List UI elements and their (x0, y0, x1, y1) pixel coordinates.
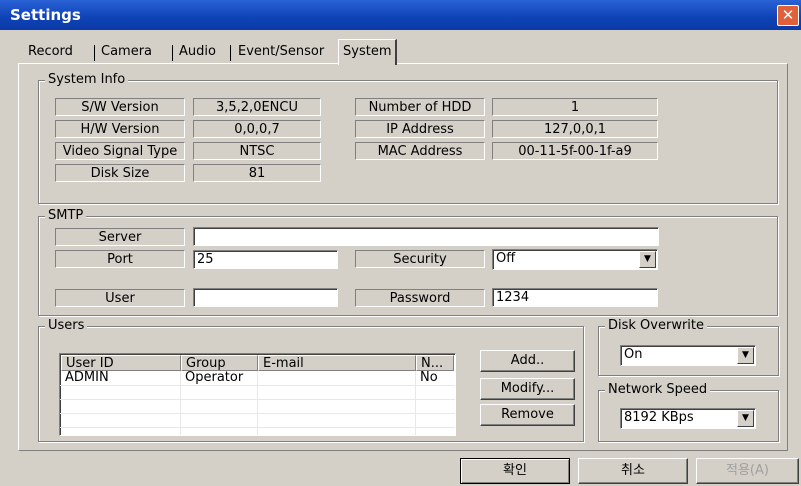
security-select[interactable]: Off ▼ (492, 249, 658, 270)
users-list[interactable]: User ID Group E-mail N... ADMIN Operator… (59, 353, 456, 436)
smtp-title: SMTP (45, 208, 87, 224)
modify-user-button[interactable]: Modify... (480, 378, 575, 400)
email-cell (258, 371, 262, 385)
grid-line (60, 385, 455, 386)
disk-overwrite-title: Disk Overwrite (605, 318, 708, 334)
port-input[interactable]: 25 (193, 250, 338, 269)
password-label: Password (355, 289, 485, 307)
tab-record[interactable]: Record (28, 42, 73, 64)
tab-separator (230, 45, 231, 61)
ip-address-value: 127,0,0,1 (492, 120, 658, 138)
column-header-email[interactable]: E-mail (258, 355, 416, 371)
sw-version-value: 3,5,2,0ENCU (193, 98, 321, 116)
server-label: Server (55, 228, 185, 246)
close-icon[interactable]: ✕ (777, 5, 799, 26)
column-header-n[interactable]: N... (416, 355, 454, 371)
add-user-button[interactable]: Add.. (480, 350, 575, 372)
grid-line (60, 427, 455, 428)
sw-version-label: S/W Version (55, 98, 185, 116)
column-header-group[interactable]: Group (181, 355, 258, 371)
port-label: Port (55, 250, 185, 268)
user-label: User (55, 289, 185, 307)
n-cell: No (420, 370, 438, 385)
ok-button[interactable]: 확인 (460, 458, 570, 484)
apply-button[interactable]: 적용(A) (696, 458, 799, 484)
network-speed-select[interactable]: 8192 KBps ▼ (620, 408, 756, 429)
chevron-down-icon[interactable]: ▼ (639, 251, 656, 268)
disk-size-value: 81 (193, 164, 321, 182)
tab-separator (94, 45, 95, 61)
mac-address-value: 00-11-5f-00-1f-a9 (492, 142, 658, 160)
grid-line (60, 413, 455, 414)
disk-size-label: Disk Size (55, 164, 185, 182)
remove-user-button[interactable]: Remove (480, 404, 575, 426)
hdd-count-label: Number of HDD (355, 98, 485, 116)
hw-version-value: 0,0,0,7 (193, 120, 321, 138)
tab-system[interactable]: System (338, 39, 398, 65)
video-signal-value: NTSC (193, 142, 321, 160)
chevron-down-icon[interactable]: ▼ (737, 347, 754, 364)
user-input[interactable] (193, 288, 338, 307)
users-title: Users (45, 318, 88, 334)
settings-window: Settings ✕ Record Camera Audio Event/Sen… (0, 0, 801, 486)
chevron-down-icon[interactable]: ▼ (737, 410, 754, 427)
tab-audio[interactable]: Audio (179, 42, 216, 64)
grid-line (60, 399, 455, 400)
disk-overwrite-value: On (624, 347, 643, 362)
title-bar[interactable]: Settings ✕ (0, 0, 801, 30)
system-info-title: System Info (45, 72, 129, 88)
security-value: Off (496, 251, 516, 266)
security-label: Security (355, 250, 485, 268)
tab-camera[interactable]: Camera (101, 42, 152, 64)
column-header-user-id[interactable]: User ID (61, 355, 181, 371)
cancel-button[interactable]: 취소 (578, 458, 688, 484)
video-signal-label: Video Signal Type (55, 142, 185, 160)
server-input[interactable] (193, 227, 659, 246)
network-speed-title: Network Speed (605, 382, 711, 398)
tab-event-sensor[interactable]: Event/Sensor (238, 42, 324, 64)
tab-separator (172, 45, 173, 61)
password-input[interactable]: 1234 (492, 288, 658, 307)
disk-overwrite-select[interactable]: On ▼ (620, 345, 756, 366)
user-id-cell: ADMIN (65, 370, 109, 385)
window-title: Settings (10, 6, 81, 24)
mac-address-label: MAC Address (355, 142, 485, 160)
hw-version-label: H/W Version (55, 120, 185, 138)
hdd-count-value: 1 (492, 98, 658, 116)
network-speed-value: 8192 KBps (624, 410, 694, 425)
ip-address-label: IP Address (355, 120, 485, 138)
group-cell: Operator (185, 370, 244, 385)
